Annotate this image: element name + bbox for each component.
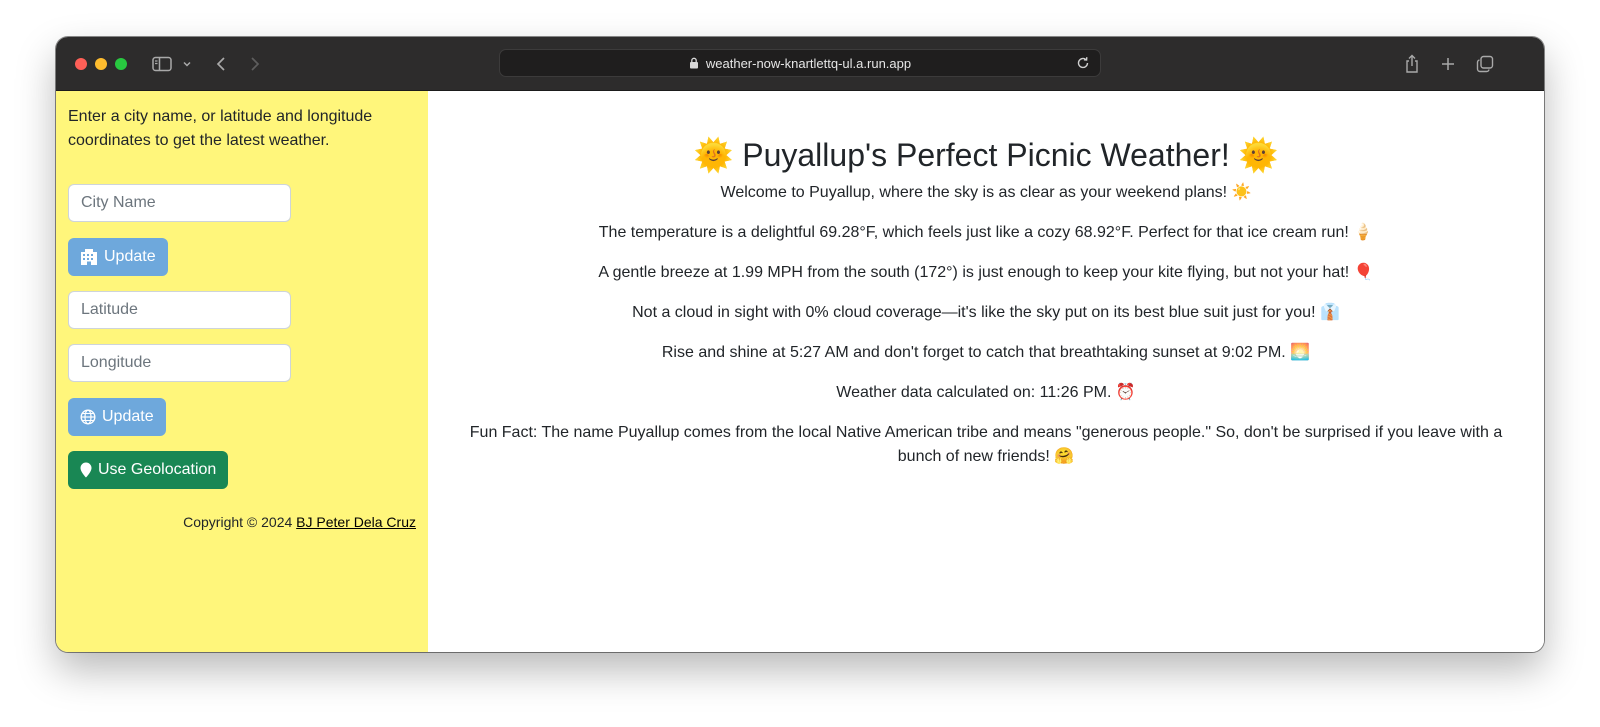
new-tab-icon[interactable] — [1438, 51, 1458, 77]
welcome-text: Welcome to Puyallup, where the sky is as… — [720, 184, 1252, 201]
author-link[interactable]: BJ Peter Dela Cruz — [296, 514, 416, 530]
city-update-button[interactable]: Update — [68, 238, 168, 276]
weather-report: 🌞 Puyallup's Perfect Picnic Weather! 🌞 W… — [428, 91, 1544, 652]
minimize-window-button[interactable] — [95, 58, 107, 70]
sidebar: Enter a city name, or latitude and longi… — [56, 91, 428, 652]
temperature-text: The temperature is a delightful 69.28°F,… — [598, 224, 1374, 241]
reload-icon[interactable] — [1076, 56, 1090, 70]
back-icon[interactable] — [212, 51, 230, 77]
page-title: 🌞 Puyallup's Perfect Picnic Weather! 🌞 — [693, 137, 1279, 173]
city-name-input[interactable] — [68, 184, 291, 222]
use-geolocation-label: Use Geolocation — [98, 461, 217, 478]
forward-icon[interactable] — [246, 51, 264, 77]
copyright: Copyright © 2024 BJ Peter Dela Cruz — [183, 514, 416, 530]
timestamp-text: Weather data calculated on: 11:26 PM. ⏰ — [836, 384, 1136, 401]
tab-overview-icon[interactable] — [1474, 51, 1496, 77]
building-icon — [80, 249, 98, 265]
use-geolocation-button[interactable]: Use Geolocation — [68, 451, 229, 489]
sidebar-toggle-icon[interactable] — [150, 51, 174, 77]
globe-icon — [80, 409, 96, 425]
lock-icon — [689, 57, 699, 69]
chevron-down-icon[interactable] — [180, 51, 194, 77]
coords-update-button[interactable]: Update — [68, 398, 166, 436]
wind-text: A gentle breeze at 1.99 MPH from the sou… — [598, 264, 1374, 281]
longitude-input[interactable] — [68, 344, 291, 382]
sunrise-sunset-text: Rise and shine at 5:27 AM and don't forg… — [661, 344, 1311, 361]
close-window-button[interactable] — [75, 58, 87, 70]
share-icon[interactable] — [1402, 51, 1422, 77]
address-bar[interactable]: weather-now-knartlettq-ul.a.run.app — [499, 49, 1101, 77]
fun-fact-text: Fun Fact: The name Puyallup comes from t… — [469, 424, 1503, 465]
sidebar-intro-text: Enter a city name, or latitude and longi… — [68, 108, 373, 149]
map-pin-icon — [80, 462, 92, 478]
url-text: weather-now-knartlettq-ul.a.run.app — [705, 55, 912, 71]
latitude-input[interactable] — [68, 291, 291, 329]
browser-toolbar: weather-now-knartlettq-ul.a.run.app — [56, 37, 1544, 91]
browser-window: weather-now-knartlettq-ul.a.run.app Ente… — [56, 37, 1544, 652]
city-update-label: Update — [104, 248, 156, 265]
copyright-text: Copyright © 2024 — [183, 514, 293, 530]
cloud-text: Not a cloud in sight with 0% cloud cover… — [632, 304, 1340, 321]
coords-update-label: Update — [102, 408, 154, 425]
zoom-window-button[interactable] — [115, 58, 127, 70]
